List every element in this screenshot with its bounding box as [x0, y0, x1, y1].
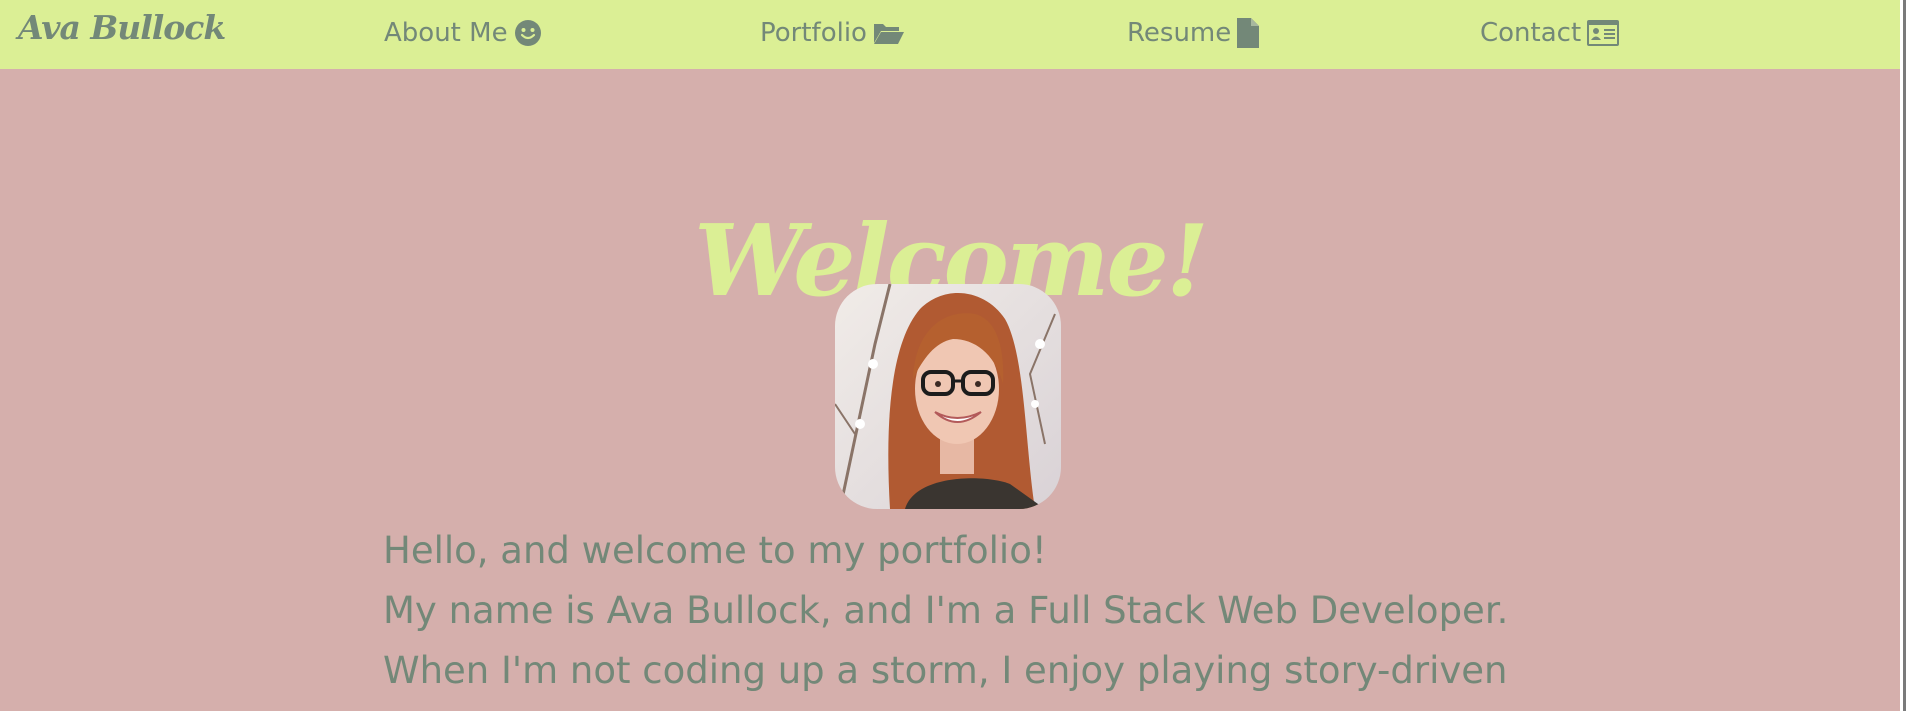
- smile-icon: [514, 19, 542, 47]
- nav-contact[interactable]: Contact: [1480, 14, 1620, 52]
- main-content: Welcome! Hello, and welcome to my portfo…: [0, 69, 1900, 711]
- bio-line-1: Hello, and welcome to my portfolio!: [383, 529, 1047, 572]
- nav-resume[interactable]: Resume: [1127, 14, 1260, 52]
- nav-about-me[interactable]: About Me: [384, 14, 542, 52]
- nav-about-me-label: About Me: [384, 18, 508, 48]
- profile-photo: [835, 284, 1061, 509]
- nav-resume-label: Resume: [1127, 18, 1232, 48]
- scrollbar-thumb[interactable]: [1903, 0, 1906, 711]
- brand-logo[interactable]: Ava Bullock: [18, 8, 226, 47]
- file-icon: [1237, 18, 1260, 48]
- folder-open-icon: [873, 21, 905, 45]
- bio-line-3: When I'm not coding up a storm, I enjoy …: [383, 649, 1508, 692]
- bio-text: Hello, and welcome to my portfolio! My n…: [383, 521, 1583, 701]
- nav-contact-label: Contact: [1480, 18, 1582, 48]
- id-card-icon: [1587, 20, 1620, 46]
- nav-portfolio-label: Portfolio: [760, 18, 867, 48]
- bio-line-2: My name is Ava Bullock, and I'm a Full S…: [383, 589, 1509, 632]
- nav-portfolio[interactable]: Portfolio: [760, 14, 905, 52]
- navbar: Ava Bullock About Me Portfolio Resume Co…: [0, 0, 1900, 69]
